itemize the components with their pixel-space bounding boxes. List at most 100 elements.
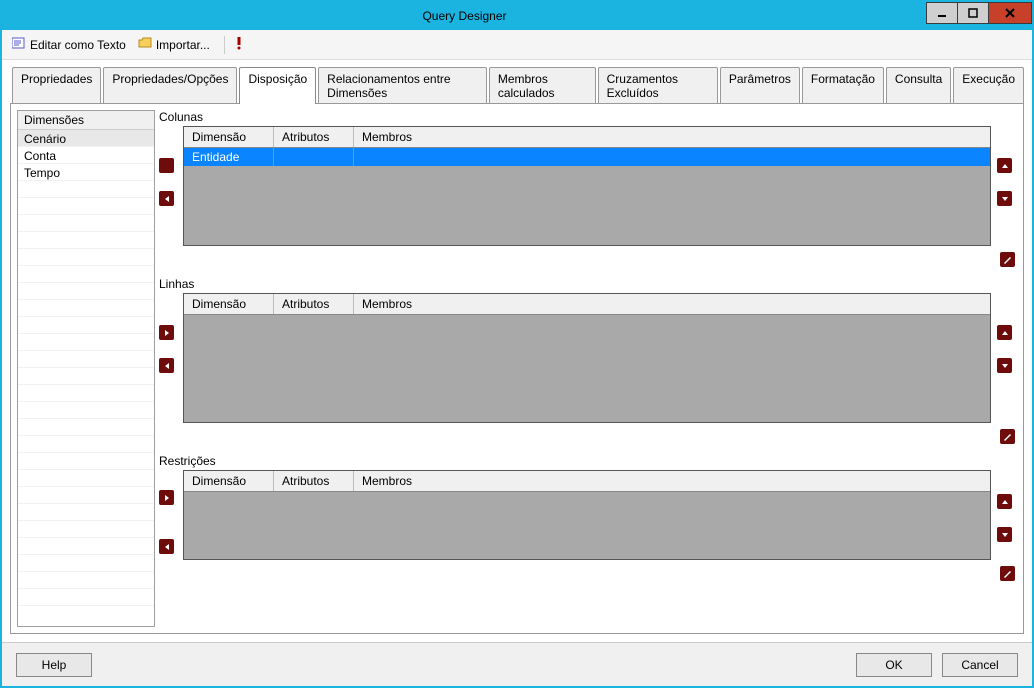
- colunas-remove-button[interactable]: [159, 191, 174, 206]
- sidebar-item-empty: [18, 555, 154, 572]
- sidebar-item-empty: [18, 283, 154, 300]
- cell-dimensao: Entidade: [184, 148, 274, 166]
- col-membros-header[interactable]: Membros: [354, 127, 990, 147]
- sidebar-item-empty: [18, 249, 154, 266]
- col-dimensao-header[interactable]: Dimensão: [184, 294, 274, 314]
- colunas-row-entidade[interactable]: Entidade: [184, 148, 990, 166]
- folder-open-icon: [138, 37, 152, 52]
- edit-as-text-button[interactable]: Editar como Texto: [8, 35, 130, 54]
- restricoes-move-up-button[interactable]: [997, 494, 1012, 509]
- dimensions-sidebar: Dimensões Cenário Conta Tempo: [17, 110, 155, 627]
- col-atributos-header[interactable]: Atributos: [274, 294, 354, 314]
- cancel-button[interactable]: Cancel: [942, 653, 1018, 677]
- sidebar-item-empty: [18, 334, 154, 351]
- exclamation-icon[interactable]: [235, 36, 243, 53]
- sidebar-item-empty: [18, 266, 154, 283]
- tab-membros-calculados[interactable]: Membros calculados: [489, 67, 596, 104]
- colunas-order-stack: [997, 126, 1015, 246]
- restricoes-add-button[interactable]: [159, 490, 174, 505]
- window-title: Query Designer: [2, 9, 927, 23]
- grid-head: Dimensão Atributos Membros: [184, 127, 990, 148]
- sidebar-item-empty: [18, 470, 154, 487]
- colunas-move-up-button[interactable]: [997, 158, 1012, 173]
- cell-atributos: [274, 148, 354, 166]
- sidebar-item-empty: [18, 419, 154, 436]
- tab-formatacao[interactable]: Formatação: [802, 67, 884, 104]
- tab-parametros[interactable]: Parâmetros: [720, 67, 800, 104]
- section-restricoes-title: Restrições: [159, 454, 1015, 470]
- tab-consulta[interactable]: Consulta: [886, 67, 951, 104]
- maximize-button[interactable]: [957, 2, 989, 24]
- colunas-edit-button[interactable]: [1000, 252, 1015, 267]
- col-dimensao-header[interactable]: Dimensão: [184, 127, 274, 147]
- tab-cruzamentos[interactable]: Cruzamentos Excluídos: [598, 67, 718, 104]
- colunas-grid-body: Entidade: [184, 148, 990, 245]
- tab-propriedades[interactable]: Propriedades: [12, 67, 101, 104]
- sidebar-item-empty: [18, 572, 154, 589]
- tab-body: Dimensões Cenário Conta Tempo: [10, 103, 1024, 634]
- cell-membros: [354, 148, 990, 166]
- help-button[interactable]: Help: [16, 653, 92, 677]
- restricoes-grid-body: [184, 492, 990, 559]
- colunas-move-down-button[interactable]: [997, 191, 1012, 206]
- window-controls: [927, 2, 1032, 30]
- linhas-move-up-button[interactable]: [997, 325, 1012, 340]
- colunas-grid[interactable]: Dimensão Atributos Membros Entidade: [183, 126, 991, 246]
- restricoes-grid[interactable]: Dimensão Atributos Membros: [183, 470, 991, 560]
- tab-relacionamentos[interactable]: Relacionamentos entre Dimensões: [318, 67, 487, 104]
- tab-execucao[interactable]: Execução: [953, 67, 1024, 104]
- linhas-remove-button[interactable]: [159, 358, 174, 373]
- linhas-move-down-button[interactable]: [997, 358, 1012, 373]
- restricoes-move-down-button[interactable]: [997, 527, 1012, 542]
- dialog-footer: Help OK Cancel: [2, 642, 1032, 686]
- sidebar-item-empty: [18, 521, 154, 538]
- sidebar-item-conta[interactable]: Conta: [18, 147, 154, 164]
- linhas-add-button[interactable]: [159, 325, 174, 340]
- restricoes-edit-button[interactable]: [1000, 566, 1015, 581]
- col-membros-header[interactable]: Membros: [354, 294, 990, 314]
- restricoes-move-stack: [159, 470, 177, 560]
- col-atributos-header[interactable]: Atributos: [274, 471, 354, 491]
- import-label: Importar...: [156, 38, 210, 52]
- toolbar-separator: [224, 36, 225, 54]
- sidebar-item-empty: [18, 504, 154, 521]
- tab-disposicao[interactable]: Disposição: [239, 67, 316, 104]
- sidebar-item-empty: [18, 351, 154, 368]
- import-button[interactable]: Importar...: [134, 35, 214, 54]
- content-area: Propriedades Propriedades/Opções Disposi…: [2, 60, 1032, 642]
- minimize-button[interactable]: [926, 2, 958, 24]
- edit-text-icon: [12, 37, 26, 52]
- sidebar-item-tempo[interactable]: Tempo: [18, 164, 154, 181]
- tab-propriedades-opcoes[interactable]: Propriedades/Opções: [103, 67, 237, 104]
- col-atributos-header[interactable]: Atributos: [274, 127, 354, 147]
- colunas-move-stack: [159, 126, 177, 246]
- tab-strip: Propriedades Propriedades/Opções Disposi…: [10, 66, 1024, 103]
- titlebar: Query Designer: [2, 2, 1032, 30]
- linhas-move-stack: [159, 293, 177, 423]
- col-membros-header[interactable]: Membros: [354, 471, 990, 491]
- main-column: Colunas Dimensão: [159, 110, 1017, 627]
- section-colunas: Colunas Dimensão: [159, 110, 1015, 267]
- sidebar-item-empty: [18, 368, 154, 385]
- sidebar-item-cenario[interactable]: Cenário: [18, 130, 154, 147]
- sidebar-item-empty: [18, 436, 154, 453]
- restricoes-remove-button[interactable]: [159, 539, 174, 554]
- close-button[interactable]: [988, 2, 1032, 24]
- grid-head: Dimensão Atributos Membros: [184, 471, 990, 492]
- colunas-add-button[interactable]: [159, 158, 174, 173]
- sidebar-item-empty: [18, 402, 154, 419]
- linhas-grid-body: [184, 315, 990, 422]
- col-dimensao-header[interactable]: Dimensão: [184, 471, 274, 491]
- linhas-grid[interactable]: Dimensão Atributos Membros: [183, 293, 991, 423]
- sidebar-item-empty: [18, 181, 154, 198]
- section-restricoes: Restrições Dimensão: [159, 454, 1015, 581]
- sidebar-item-empty: [18, 487, 154, 504]
- sidebar-header: Dimensões: [18, 111, 154, 130]
- linhas-order-stack: [997, 293, 1015, 423]
- ok-button[interactable]: OK: [856, 653, 932, 677]
- sidebar-item-empty: [18, 300, 154, 317]
- linhas-edit-button[interactable]: [1000, 429, 1015, 444]
- sidebar-item-empty: [18, 453, 154, 470]
- section-linhas: Linhas Dimensão: [159, 277, 1015, 444]
- query-designer-window: Query Designer Editar como Texto Importa…: [0, 0, 1034, 688]
